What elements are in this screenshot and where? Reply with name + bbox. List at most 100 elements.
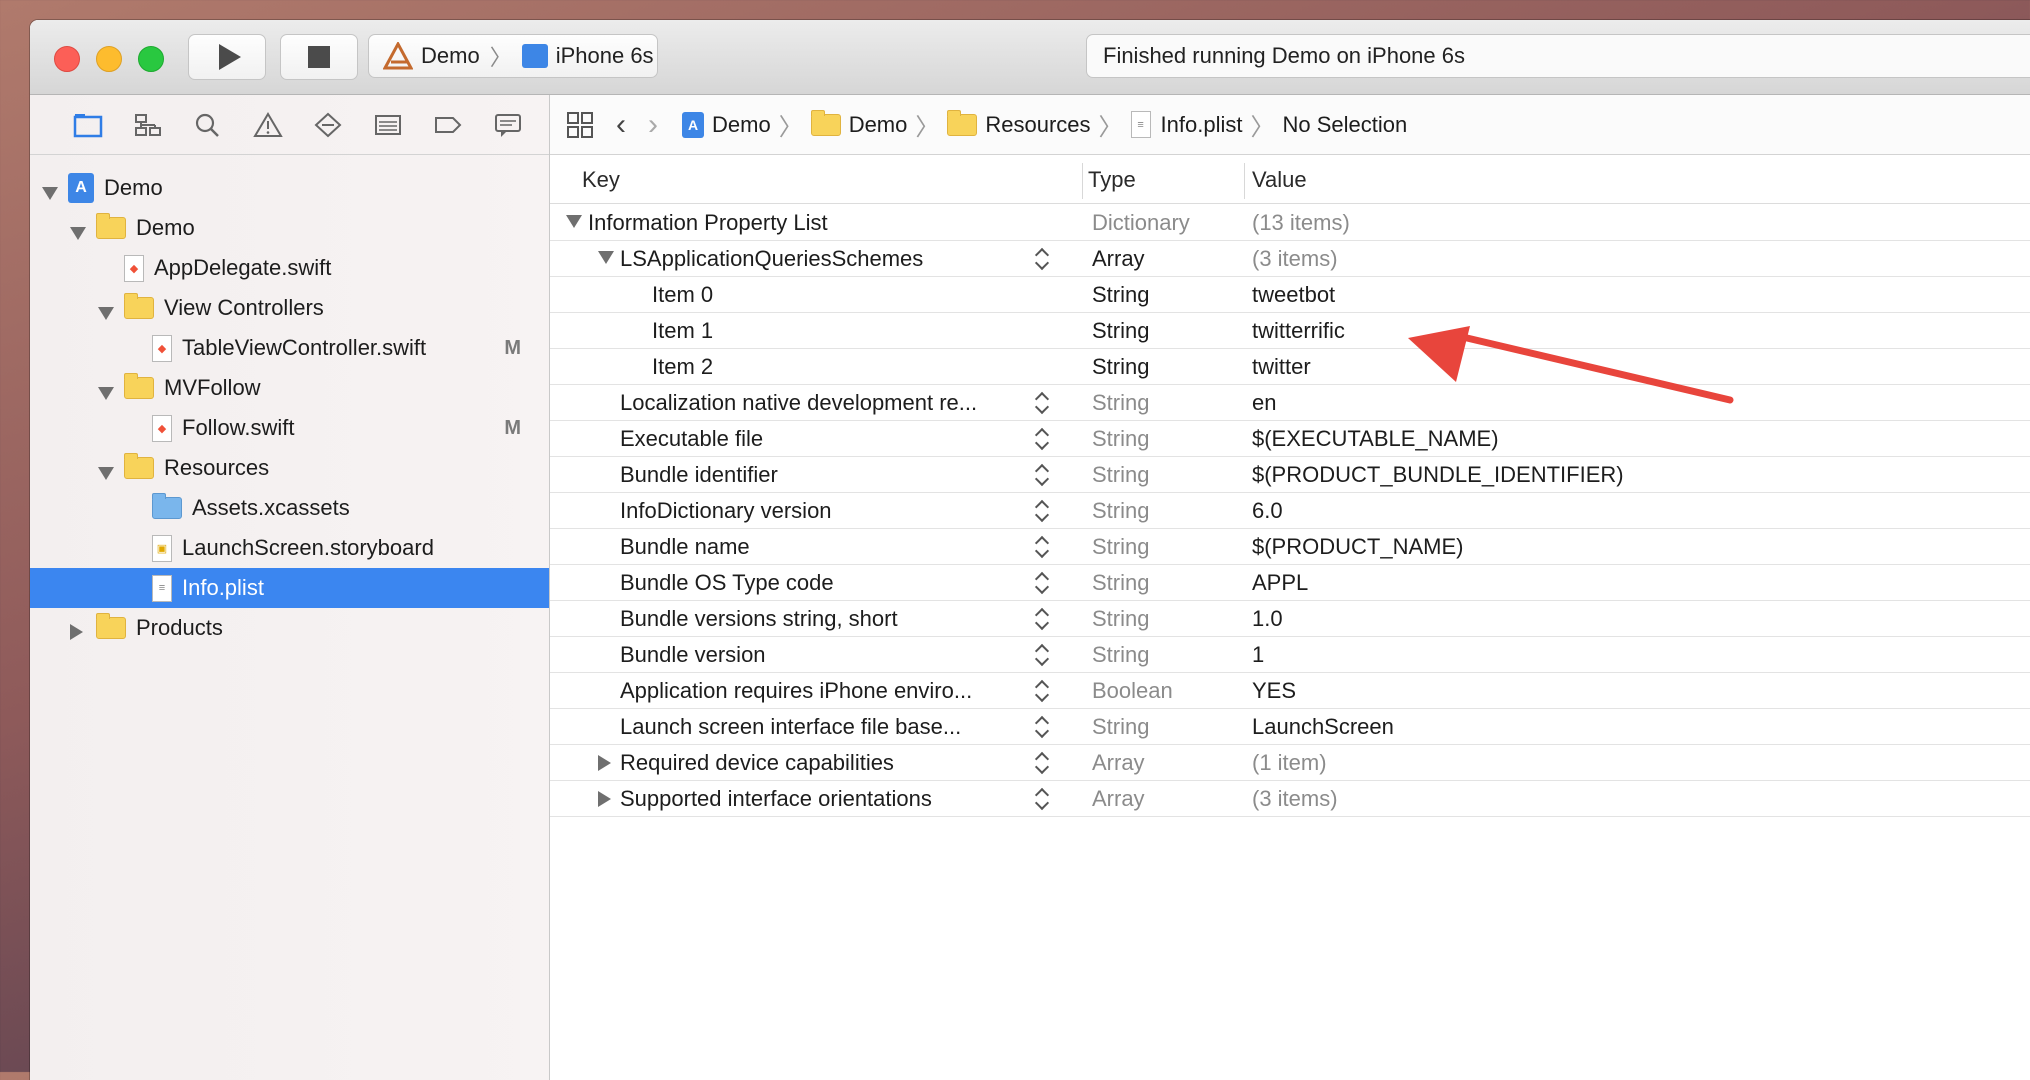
- key-stepper-icon[interactable]: [1036, 784, 1050, 812]
- plist-row[interactable]: Executable file String $(EXECUTABLE_NAME): [550, 420, 2030, 457]
- column-divider[interactable]: [1244, 163, 1245, 199]
- close-window-button[interactable]: [54, 46, 80, 72]
- disclosure-open-icon[interactable]: [566, 215, 582, 228]
- project-navigator-tab[interactable]: [58, 105, 118, 145]
- file-tree-row[interactable]: A Demo: [30, 168, 549, 208]
- plist-type[interactable]: String: [1092, 318, 1149, 344]
- plist-type[interactable]: String: [1092, 534, 1149, 560]
- value-column-header[interactable]: Value: [1252, 167, 1307, 193]
- jumpbar-group-demo[interactable]: Demo: [810, 109, 907, 138]
- plist-key[interactable]: InfoDictionary version: [620, 498, 832, 524]
- zoom-window-button[interactable]: [138, 46, 164, 72]
- plist-value[interactable]: twitter: [1252, 354, 1311, 380]
- type-column-header[interactable]: Type: [1088, 167, 1136, 193]
- plist-value[interactable]: (1 item): [1252, 750, 1327, 776]
- disclosure-open-icon[interactable]: [98, 387, 114, 400]
- plist-key[interactable]: Localization native development re...: [620, 390, 977, 416]
- test-navigator-tab[interactable]: [298, 105, 358, 145]
- key-stepper-icon[interactable]: [1036, 676, 1050, 704]
- scheme-selector[interactable]: Demo 〉 iPhone 6s: [368, 34, 658, 78]
- jumpbar-selection[interactable]: No Selection: [1282, 112, 1407, 138]
- plist-value[interactable]: tweetbot: [1252, 282, 1335, 308]
- plist-value[interactable]: (3 items): [1252, 246, 1338, 272]
- plist-value[interactable]: $(PRODUCT_NAME): [1252, 534, 1463, 560]
- file-tree-row[interactable]: Assets.xcassets: [30, 488, 549, 528]
- plist-row[interactable]: Launch screen interface file base... Stri…: [550, 708, 2030, 745]
- plist-type[interactable]: Array: [1092, 246, 1145, 272]
- key-stepper-icon[interactable]: [1036, 568, 1050, 596]
- file-tree-row[interactable]: MVFollow: [30, 368, 549, 408]
- plist-row[interactable]: Supported interface orientations Array (3 …: [550, 780, 2030, 817]
- plist-value[interactable]: APPL: [1252, 570, 1308, 596]
- plist-key[interactable]: Bundle versions string, short: [620, 606, 898, 632]
- plist-row[interactable]: Bundle version String 1: [550, 636, 2030, 673]
- back-chevron-icon[interactable]: ‹: [616, 108, 626, 142]
- plist-row[interactable]: Localization native development re... Str…: [550, 384, 2030, 421]
- plist-row[interactable]: Bundle identifier String $(PRODUCT_BUNDLE_…: [550, 456, 2030, 493]
- file-tree-row[interactable]: ≡ Info.plist: [30, 568, 549, 608]
- plist-row[interactable]: Item 1 String twitterrific: [550, 312, 2030, 349]
- key-stepper-icon[interactable]: [1036, 640, 1050, 668]
- file-tree-row[interactable]: ◆ TableViewController.swift M: [30, 328, 549, 368]
- plist-key[interactable]: Supported interface orientations: [620, 786, 932, 812]
- plist-value[interactable]: (3 items): [1252, 786, 1338, 812]
- issue-navigator-tab[interactable]: [238, 105, 298, 145]
- minimize-window-button[interactable]: [96, 46, 122, 72]
- plist-key[interactable]: Executable file: [620, 426, 763, 452]
- plist-key[interactable]: Bundle name: [620, 534, 750, 560]
- plist-type[interactable]: String: [1092, 642, 1149, 668]
- disclosure-open-icon[interactable]: [598, 251, 614, 264]
- file-tree-row[interactable]: Products: [30, 608, 549, 648]
- plist-type[interactable]: String: [1092, 282, 1149, 308]
- report-navigator-tab[interactable]: [478, 105, 538, 145]
- plist-key[interactable]: Item 2: [652, 354, 713, 380]
- plist-type[interactable]: String: [1092, 462, 1149, 488]
- disclosure-closed-icon[interactable]: [70, 624, 83, 640]
- plist-row[interactable]: Bundle OS Type code String APPL: [550, 564, 2030, 601]
- disclosure-open-icon[interactable]: [98, 307, 114, 320]
- plist-key[interactable]: Required device capabilities: [620, 750, 894, 776]
- breakpoint-navigator-tab[interactable]: [418, 105, 478, 145]
- file-tree-row[interactable]: ▣ LaunchScreen.storyboard: [30, 528, 549, 568]
- file-tree-row[interactable]: ◆ Follow.swift M: [30, 408, 549, 448]
- plist-value[interactable]: 1: [1252, 642, 1264, 668]
- run-button[interactable]: [188, 34, 266, 80]
- plist-value[interactable]: YES: [1252, 678, 1296, 704]
- file-tree-row[interactable]: View Controllers: [30, 288, 549, 328]
- jumpbar-group-resources[interactable]: Resources: [947, 109, 1091, 138]
- disclosure-closed-icon[interactable]: [598, 791, 611, 807]
- plist-key[interactable]: Application requires iPhone enviro...: [620, 678, 972, 704]
- plist-value[interactable]: twitterrific: [1252, 318, 1345, 344]
- plist-key[interactable]: LSApplicationQueriesSchemes: [620, 246, 923, 272]
- plist-value[interactable]: (13 items): [1252, 210, 1350, 236]
- plist-type[interactable]: Array: [1092, 750, 1145, 776]
- plist-row[interactable]: Bundle versions string, short String 1.0: [550, 600, 2030, 637]
- plist-type[interactable]: String: [1092, 354, 1149, 380]
- forward-chevron-icon[interactable]: ›: [648, 108, 658, 142]
- plist-type[interactable]: Dictionary: [1092, 210, 1190, 236]
- plist-value[interactable]: 6.0: [1252, 498, 1283, 524]
- key-stepper-icon[interactable]: [1036, 244, 1050, 272]
- plist-row[interactable]: LSApplicationQueriesSchemes Array (3 items…: [550, 240, 2030, 277]
- plist-row[interactable]: Item 2 String twitter: [550, 348, 2030, 385]
- key-stepper-icon[interactable]: [1036, 604, 1050, 632]
- disclosure-closed-icon[interactable]: [598, 755, 611, 771]
- key-stepper-icon[interactable]: [1036, 496, 1050, 524]
- key-stepper-icon[interactable]: [1036, 712, 1050, 740]
- plist-value[interactable]: $(PRODUCT_BUNDLE_IDENTIFIER): [1252, 462, 1624, 488]
- plist-row[interactable]: Bundle name String $(PRODUCT_NAME): [550, 528, 2030, 565]
- key-column-header[interactable]: Key: [582, 167, 620, 193]
- file-tree-row[interactable]: ◆ AppDelegate.swift: [30, 248, 549, 288]
- related-items-icon[interactable]: [566, 111, 594, 139]
- plist-key[interactable]: Item 0: [652, 282, 713, 308]
- plist-row[interactable]: Application requires iPhone enviro... Boo…: [550, 672, 2030, 709]
- column-divider[interactable]: [1082, 163, 1083, 199]
- key-stepper-icon[interactable]: [1036, 748, 1050, 776]
- plist-value[interactable]: LaunchScreen: [1252, 714, 1394, 740]
- plist-type[interactable]: Boolean: [1092, 678, 1173, 704]
- key-stepper-icon[interactable]: [1036, 532, 1050, 560]
- plist-row[interactable]: Item 0 String tweetbot: [550, 276, 2030, 313]
- disclosure-open-icon[interactable]: [42, 187, 58, 200]
- find-navigator-tab[interactable]: [178, 105, 238, 145]
- plist-key[interactable]: Bundle version: [620, 642, 766, 668]
